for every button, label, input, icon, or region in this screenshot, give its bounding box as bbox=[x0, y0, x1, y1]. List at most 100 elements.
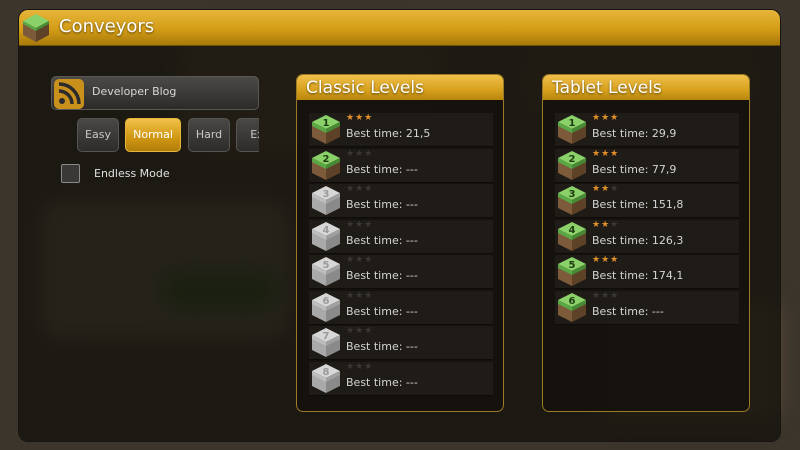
star-rating: ★★★ bbox=[592, 149, 619, 159]
star-rating: ★★★ bbox=[346, 255, 373, 265]
best-time-label: Best time: --- bbox=[346, 269, 418, 282]
star-rating: ★★★ bbox=[346, 184, 373, 194]
level-cube-icon: 7 bbox=[311, 327, 341, 358]
svg-text:2: 2 bbox=[323, 154, 330, 165]
best-time-label: Best time: 174,1 bbox=[592, 269, 684, 282]
endless-mode-label: Endless Mode bbox=[94, 167, 170, 180]
level-cube-icon: 5 bbox=[557, 256, 587, 287]
best-time-label: Best time: --- bbox=[346, 198, 418, 211]
star-empty-icon: ★ bbox=[355, 290, 365, 301]
classic-level-row-2[interactable]: 2 ★★★ Best time: --- bbox=[309, 148, 493, 183]
svg-text:3: 3 bbox=[569, 189, 576, 200]
star-filled-icon: ★ bbox=[592, 255, 602, 265]
tablet-levels-title: Tablet Levels bbox=[552, 78, 662, 98]
tablet-level-row-6[interactable]: 6 ★★★ Best time: --- bbox=[555, 290, 739, 325]
tablet-levels-panel: Tablet Levels 1 ★★★ Best time: 29,9 2 ★★★ Bes… bbox=[542, 74, 750, 412]
classic-level-row-4: 4 ★★★ Best time: --- bbox=[309, 219, 493, 254]
best-time-label: Best time: --- bbox=[346, 162, 418, 176]
star-filled-icon: ★ bbox=[364, 113, 374, 123]
star-filled-icon: ★ bbox=[601, 255, 611, 265]
star-filled-icon: ★ bbox=[601, 148, 611, 159]
difficulty-extreme-button[interactable]: Ex bbox=[236, 118, 259, 152]
star-empty-icon: ★ bbox=[364, 361, 374, 372]
star-empty-icon: ★ bbox=[364, 290, 374, 301]
svg-text:4: 4 bbox=[569, 225, 576, 236]
star-filled-icon: ★ bbox=[610, 113, 620, 123]
best-time-label: Best time: --- bbox=[592, 304, 664, 318]
developer-blog-label: Developer Blog bbox=[92, 85, 177, 98]
svg-text:5: 5 bbox=[569, 260, 576, 271]
level-cube-icon: 4 bbox=[311, 221, 341, 252]
svg-text:4: 4 bbox=[323, 225, 330, 236]
classic-level-row-3: 3 ★★★ Best time: --- bbox=[309, 184, 493, 218]
star-filled-icon: ★ bbox=[346, 113, 356, 123]
star-empty-icon: ★ bbox=[346, 290, 356, 301]
star-rating: ★★★ bbox=[346, 113, 373, 123]
level-cube-icon: 6 bbox=[311, 292, 341, 323]
star-empty-icon: ★ bbox=[610, 290, 620, 301]
app-title: Conveyors bbox=[59, 16, 155, 37]
star-rating: ★★★ bbox=[592, 113, 619, 123]
developer-blog-button[interactable]: Developer Blog bbox=[51, 76, 259, 110]
best-time-label: Best time: 29,9 bbox=[592, 127, 677, 140]
level-cube-icon: 4 bbox=[557, 221, 587, 252]
star-empty-icon: ★ bbox=[592, 290, 602, 301]
difficulty-normal-button[interactable]: Normal bbox=[125, 118, 181, 152]
level-cube-icon: 8 bbox=[311, 363, 341, 394]
best-time-label: Best time: --- bbox=[346, 375, 418, 389]
svg-text:6: 6 bbox=[323, 296, 330, 307]
title-bar: Conveyors bbox=[19, 10, 780, 46]
rss-icon bbox=[54, 79, 84, 109]
tablet-level-row-4[interactable]: 4 ★★★ Best time: 126,3 bbox=[555, 219, 739, 254]
svg-text:6: 6 bbox=[569, 296, 576, 307]
star-empty-icon: ★ bbox=[355, 184, 365, 194]
tablet-level-row-3[interactable]: 3 ★★★ Best time: 151,8 bbox=[555, 184, 739, 218]
star-empty-icon: ★ bbox=[355, 148, 365, 159]
star-rating: ★★★ bbox=[346, 362, 373, 372]
best-time-label: Best time: 126,3 bbox=[592, 233, 684, 247]
classic-level-row-6: 6 ★★★ Best time: --- bbox=[309, 290, 493, 325]
level-cube-icon: 2 bbox=[557, 150, 587, 181]
main-window: Conveyors Developer Blog Easy Normal Har… bbox=[19, 10, 780, 441]
classic-level-row-1[interactable]: 1 ★★★ Best time: 21,5 bbox=[309, 113, 493, 147]
star-empty-icon: ★ bbox=[355, 326, 365, 336]
tablet-level-row-2[interactable]: 2 ★★★ Best time: 77,9 bbox=[555, 148, 739, 183]
tablet-level-row-5[interactable]: 5 ★★★ Best time: 174,1 bbox=[555, 255, 739, 289]
star-filled-icon: ★ bbox=[592, 113, 602, 123]
star-empty-icon: ★ bbox=[610, 219, 620, 230]
star-rating: ★★★ bbox=[592, 291, 619, 301]
star-empty-icon: ★ bbox=[610, 184, 620, 194]
classic-level-row-5: 5 ★★★ Best time: --- bbox=[309, 255, 493, 289]
star-filled-icon: ★ bbox=[592, 219, 602, 230]
star-rating: ★★★ bbox=[592, 255, 619, 265]
star-filled-icon: ★ bbox=[601, 113, 611, 123]
level-cube-icon: 1 bbox=[557, 114, 587, 145]
star-empty-icon: ★ bbox=[346, 184, 356, 194]
classic-level-row-7: 7 ★★★ Best time: --- bbox=[309, 326, 493, 360]
best-time-label: Best time: 21,5 bbox=[346, 127, 431, 140]
star-empty-icon: ★ bbox=[355, 219, 365, 230]
svg-text:5: 5 bbox=[323, 260, 330, 271]
level-cube-icon: 5 bbox=[311, 256, 341, 287]
star-empty-icon: ★ bbox=[355, 361, 365, 372]
star-filled-icon: ★ bbox=[355, 113, 365, 123]
star-filled-icon: ★ bbox=[592, 148, 602, 159]
star-empty-icon: ★ bbox=[355, 255, 365, 265]
star-rating: ★★★ bbox=[346, 220, 373, 230]
star-rating: ★★★ bbox=[592, 184, 619, 194]
best-time-label: Best time: --- bbox=[346, 304, 418, 318]
classic-level-row-8: 8 ★★★ Best time: --- bbox=[309, 361, 493, 396]
star-empty-icon: ★ bbox=[364, 184, 374, 194]
star-rating: ★★★ bbox=[346, 291, 373, 301]
tablet-level-row-1[interactable]: 1 ★★★ Best time: 29,9 bbox=[555, 113, 739, 147]
endless-mode-checkbox[interactable] bbox=[61, 164, 80, 183]
best-time-label: Best time: --- bbox=[346, 233, 418, 247]
star-rating: ★★★ bbox=[592, 220, 619, 230]
star-filled-icon: ★ bbox=[601, 184, 611, 194]
star-filled-icon: ★ bbox=[610, 255, 620, 265]
svg-text:1: 1 bbox=[569, 118, 576, 129]
difficulty-hard-button[interactable]: Hard bbox=[188, 118, 230, 152]
star-empty-icon: ★ bbox=[364, 219, 374, 230]
svg-text:8: 8 bbox=[323, 367, 330, 378]
difficulty-easy-button[interactable]: Easy bbox=[77, 118, 119, 152]
